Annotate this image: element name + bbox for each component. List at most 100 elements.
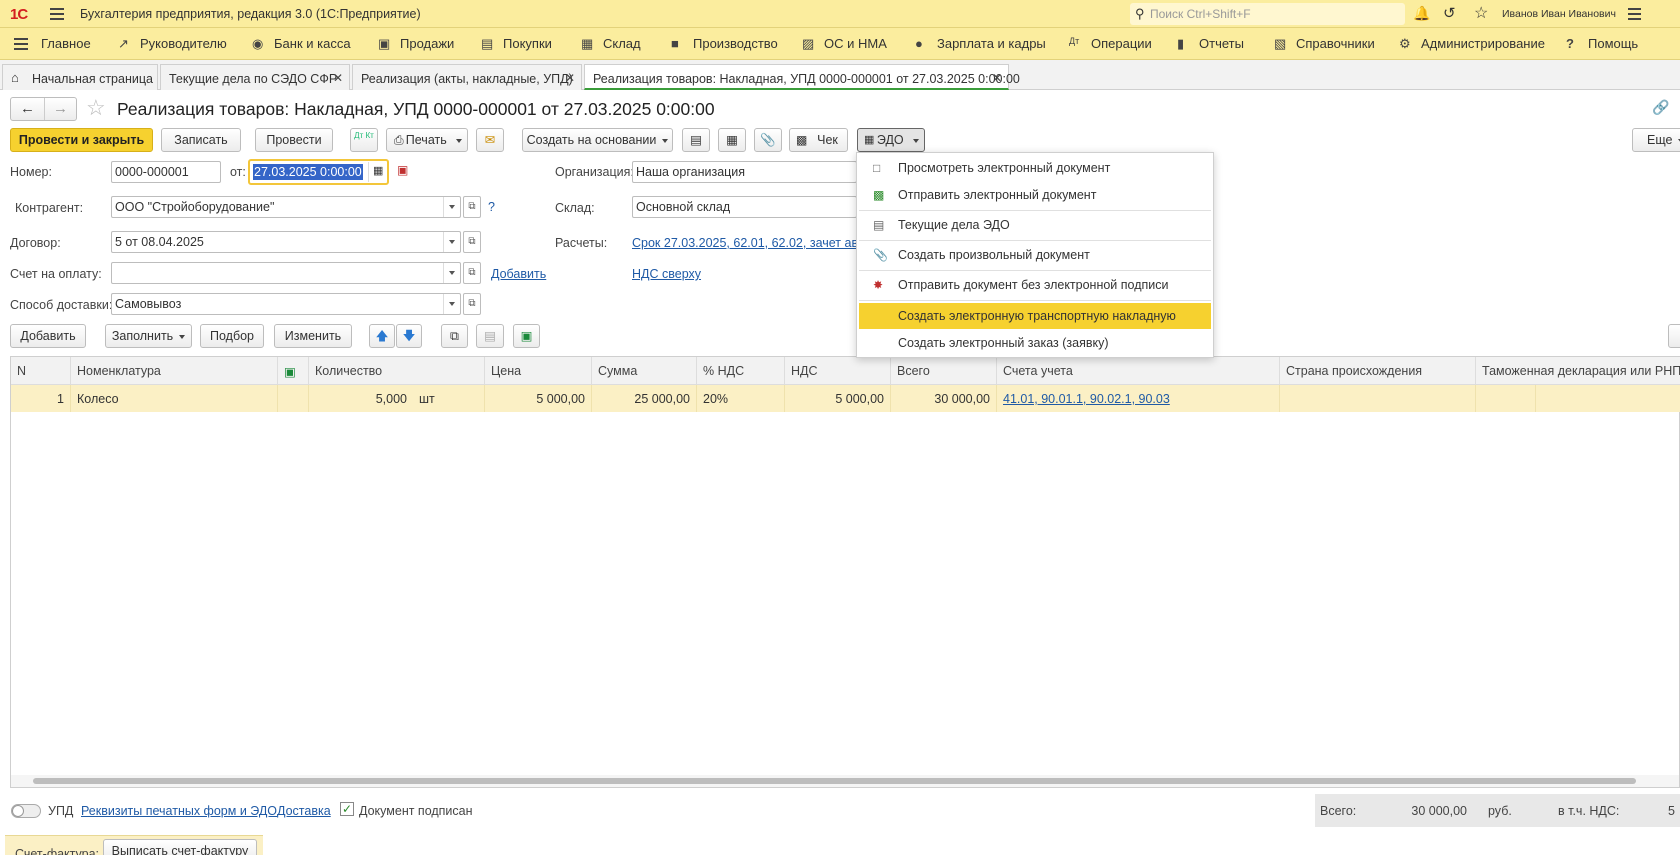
edo-button[interactable]: ▦ ЭДО [857,128,925,152]
favorites-star-icon[interactable]: ☆ [1474,3,1488,23]
tab-home[interactable]: ⌂ Начальная страница [2,64,158,90]
col-vat[interactable]: НДС [785,357,891,385]
col-country[interactable]: Страна происхождения [1280,357,1476,385]
dtkt-button[interactable]: Дт Кт [350,128,378,152]
structure-button[interactable]: ▦ [718,128,746,152]
section-salary[interactable]: ● Зарплата и кадры [915,36,1046,51]
accounts-link[interactable]: 41.01, 90.01.1, 90.02.1, 90.03 [1003,392,1170,406]
table-more-button[interactable] [1668,324,1680,348]
help-icon[interactable]: ? [488,200,495,214]
menu-item-view-edoc[interactable]: □ Просмотреть электронный документ [859,155,1211,181]
print-requisites-link[interactable]: Реквизиты печатных форм и ЭДО [81,804,277,818]
col-sum[interactable]: Сумма [592,357,697,385]
close-icon[interactable]: ✕ [565,71,575,85]
section-administration[interactable]: ⚙ Администрирование [1399,36,1545,51]
post-and-close-button[interactable]: Провести и закрыть [10,128,153,152]
pick-button[interactable]: Подбор [200,324,264,348]
date-field[interactable]: 27.03.2025 0:00:00 ▦ [248,159,389,185]
tab-sedo-tasks[interactable]: Текущие дела по СЭДО СФР ✕ [160,64,350,90]
organization-field[interactable]: Наша организация [632,161,857,183]
col-customs[interactable]: Таможенная декларация или РНПТ [1476,357,1680,385]
chevron-down-icon[interactable] [443,232,460,252]
open-contractor-button[interactable]: ⧉ [463,196,481,218]
section-production[interactable]: ■ Производство [671,36,778,51]
col-total[interactable]: Всего [891,357,997,385]
user-name[interactable]: Иванов Иван Иванович [1502,8,1616,20]
chevron-down-icon[interactable] [443,197,460,217]
issue-invoice-button[interactable]: Выписать счет-фактуру [103,839,257,855]
horizontal-scrollbar[interactable] [11,775,1679,787]
section-reports[interactable]: ▮ Отчеты [1177,36,1244,51]
col-item[interactable]: Номенклатура [71,357,278,385]
section-warehouse[interactable]: ▦ Склад [581,36,641,51]
barcode-button[interactable]: ▣ [513,324,540,348]
favorite-star-icon[interactable]: ☆ [86,95,106,121]
col-marking[interactable]: ▣ [278,357,309,385]
tab-sales-list[interactable]: Реализация (акты, накладные, УПД) ✕ [352,64,582,90]
menu-item-send-unsigned[interactable]: ✸ Отправить документ без электронной под… [859,272,1211,298]
delivery-link[interactable]: Доставка [277,804,331,818]
change-button[interactable]: Изменить [274,324,352,348]
menu-item-edo-tasks[interactable]: ▤ Текущие дела ЭДО [859,212,1211,238]
section-operations[interactable]: Дт Операции [1069,36,1152,51]
close-icon[interactable]: ✕ [992,71,1002,85]
upd-toggle[interactable] [11,804,41,818]
menu-item-create-eorder[interactable]: Создать электронный заказ (заявку) [859,330,1211,356]
add-invoice-link[interactable]: Добавить [491,267,546,281]
copy-row-button[interactable]: ⧉ [441,324,468,348]
section-manager[interactable]: ↗ Руководителю [118,36,227,51]
open-delivery-button[interactable]: ⧉ [463,293,481,315]
open-contract-button[interactable]: ⧉ [463,231,481,253]
settings-menu-icon[interactable] [1628,13,1641,15]
table-row[interactable]: 1 Колесо 5,000 шт 5 000,00 25 000,00 20%… [11,385,1680,412]
contractor-field[interactable]: ООО "Стройоборудование" [111,196,461,218]
move-up-button[interactable]: 🡅 [369,324,395,348]
email-button[interactable]: ✉ [476,128,504,152]
menu-item-send-edoc[interactable]: ▩ Отправить электронный документ [859,182,1211,208]
search-input[interactable]: ⚲ Поиск Ctrl+Shift+F [1130,3,1405,25]
post-button[interactable]: Провести [255,128,333,152]
move-down-button[interactable]: 🡇 [396,324,422,348]
section-directories[interactable]: ▧ Справочники [1274,36,1375,51]
fill-button[interactable]: Заполнить [105,324,192,348]
col-quantity[interactable]: Количество [309,357,485,385]
number-field[interactable]: 0000-000001 [111,161,221,183]
open-invoice-button[interactable]: ⧉ [463,262,481,284]
calendar-icon[interactable]: ▦ [373,164,383,177]
chevron-down-icon[interactable] [443,294,460,314]
forward-arrow-icon[interactable]: → [53,100,68,117]
section-sales[interactable]: ▣ Продажи [378,36,454,51]
clear-date-icon[interactable]: ▣ [397,163,408,177]
col-price[interactable]: Цена [485,357,592,385]
link-icon[interactable]: 🔗 [1652,99,1669,116]
delivery-field[interactable]: Самовывоз [111,293,461,315]
contract-field[interactable]: 5 от 08.04.2025 [111,231,461,253]
signed-checkbox[interactable]: ✓ [340,802,354,816]
document-list-button[interactable]: ▤ [682,128,710,152]
section-help[interactable]: ? Помощь [1566,36,1638,51]
invoice-field[interactable] [111,262,461,284]
main-menu-icon[interactable] [50,13,64,15]
warehouse-field[interactable]: Основной склад [632,196,857,218]
chevron-down-icon[interactable] [443,263,460,283]
sections-menu-icon[interactable] [14,43,28,45]
section-bank[interactable]: ◉ Банк и касса [252,36,351,51]
bell-icon[interactable]: 🔔 [1413,5,1430,22]
col-vat-rate[interactable]: % НДС [697,357,785,385]
save-button[interactable]: Записать [161,128,241,152]
tab-sales-document[interactable]: Реализация товаров: Накладная, УПД 0000-… [584,64,1020,90]
menu-item-create-etn[interactable]: Создать электронную транспортную накладн… [859,303,1211,329]
menu-item-create-custom-doc[interactable]: 📎 Создать произвольный документ [859,242,1211,268]
section-fixed-assets[interactable]: ▨ ОС и НМА [802,36,887,51]
close-icon[interactable]: ✕ [333,71,343,85]
print-button[interactable]: ⎙ Печать [386,128,468,152]
paste-button[interactable]: ▤ [476,324,504,348]
receipt-button[interactable]: ▩ Чек [789,128,848,152]
back-arrow-icon[interactable]: ← [20,100,35,117]
section-purchases[interactable]: ▤ Покупки [481,36,552,51]
history-icon[interactable]: ↺ [1443,4,1456,22]
create-based-on-button[interactable]: Создать на основании [522,128,673,152]
attachments-button[interactable]: 📎 [754,128,782,152]
scrollbar-thumb[interactable] [33,778,1636,784]
vat-mode-link[interactable]: НДС сверху [632,267,701,281]
